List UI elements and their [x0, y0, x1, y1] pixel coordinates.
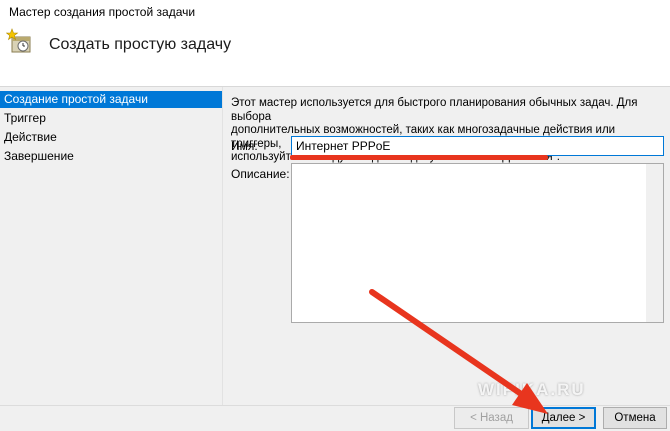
- description-line: Этот мастер используется для быстрого пл…: [231, 97, 638, 123]
- sidebar-step-action[interactable]: Действие: [0, 129, 222, 146]
- page-heading: Создать простую задачу: [49, 36, 232, 53]
- back-button[interactable]: < Назад: [454, 407, 529, 429]
- sidebar-step-create-task[interactable]: Создание простой задачи: [0, 91, 222, 108]
- sidebar-step-finish[interactable]: Завершение: [0, 148, 222, 165]
- name-label: Имя:: [231, 139, 258, 153]
- cancel-button[interactable]: Отмена: [603, 407, 667, 429]
- task-description-textarea[interactable]: [291, 163, 664, 323]
- task-wizard-icon: [6, 28, 31, 53]
- wizard-button-bar: < Назад Далее > Отмена: [0, 405, 670, 431]
- window-title: Мастер создания простой задачи: [9, 5, 196, 19]
- sidebar-step-trigger[interactable]: Триггер: [0, 110, 222, 127]
- annotation-underline: [290, 155, 548, 160]
- textarea-scrollbar[interactable]: [646, 164, 663, 322]
- wizard-header: Создать простую задачу: [0, 24, 670, 86]
- task-name-input[interactable]: [291, 136, 664, 156]
- watermark-logo: WIFIKA.RU: [478, 380, 586, 399]
- title-bar: Мастер создания простой задачи: [0, 0, 670, 24]
- wizard-steps-sidebar: Создание простой задачи Триггер Действие…: [0, 87, 223, 405]
- description-label: Описание:: [231, 167, 290, 181]
- wizard-content: Этот мастер используется для быстрого пл…: [223, 87, 670, 405]
- next-button[interactable]: Далее >: [531, 407, 596, 429]
